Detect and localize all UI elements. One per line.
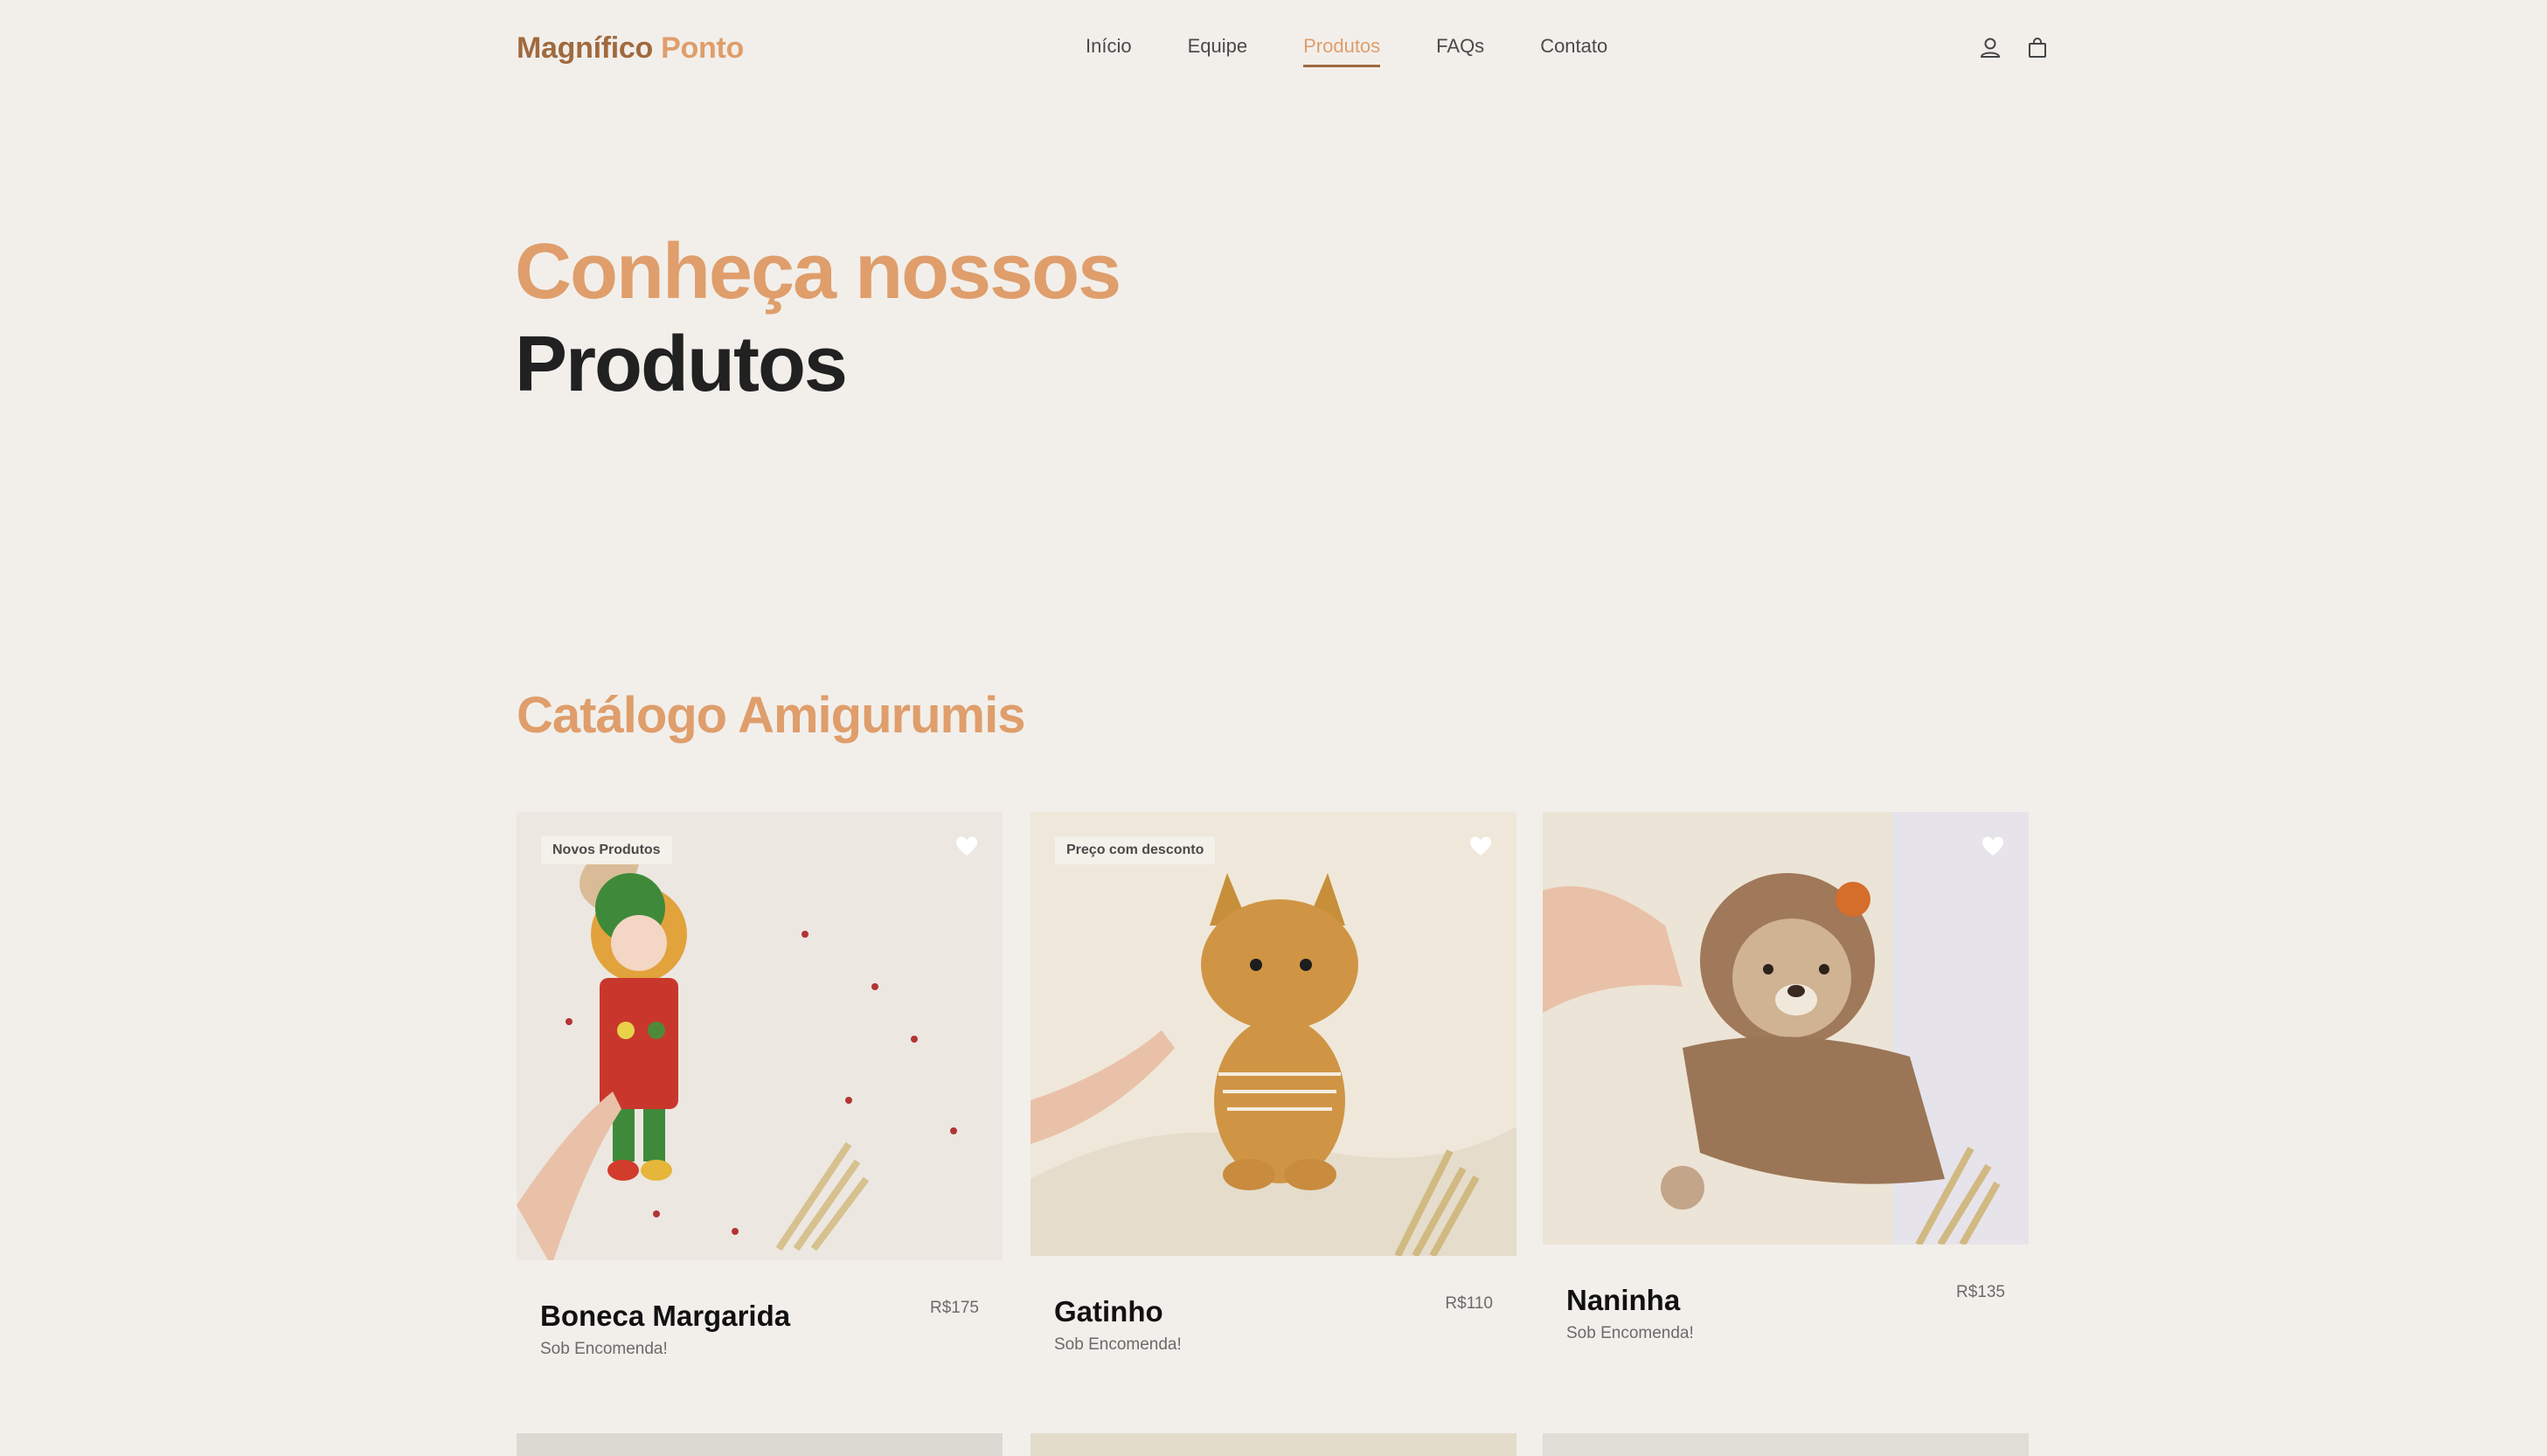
product-card[interactable]: Naninha R$135 Sob Encomenda! — [1543, 812, 2029, 1342]
brand-accent: Ponto — [661, 31, 744, 65]
main-nav: Início Equipe Produtos FAQs Contato — [1086, 35, 1663, 67]
product-card[interactable]: Novos Produtos Boneca Margarida R$175 So… — [517, 812, 1003, 1358]
heart-icon[interactable] — [1469, 836, 1492, 857]
product-card-peek[interactable] — [1031, 1433, 1516, 1456]
nav-contato[interactable]: Contato — [1540, 35, 1607, 67]
nav-inicio[interactable]: Início — [1086, 35, 1132, 67]
product-image-naninha[interactable] — [1543, 812, 2029, 1245]
product-name[interactable]: Boneca Margarida — [540, 1300, 790, 1333]
hero-title-line2: Produtos — [515, 321, 848, 408]
brand-primary: Magnífico — [517, 31, 653, 65]
nav-produtos[interactable]: Produtos — [1303, 35, 1381, 67]
product-status: Sob Encomenda! — [540, 1340, 668, 1358]
header-actions — [1956, 35, 2051, 61]
heart-icon[interactable] — [1981, 836, 2004, 857]
brand-logo[interactable]: Magnífico Ponto — [517, 31, 744, 66]
product-price: R$135 — [1956, 1283, 2005, 1301]
product-card[interactable]: Preço com desconto Gatinho R$110 Sob Enc… — [1031, 812, 1516, 1354]
product-name[interactable]: Gatinho — [1054, 1295, 1163, 1328]
hero-title-line1: Conheça nossos — [515, 228, 1121, 315]
nav-equipe[interactable]: Equipe — [1188, 35, 1248, 67]
shopping-bag-icon[interactable] — [2024, 35, 2051, 61]
product-status: Sob Encomenda! — [1054, 1335, 1182, 1354]
product-price: R$175 — [930, 1299, 979, 1317]
product-price: R$110 — [1445, 1294, 1493, 1313]
product-name[interactable]: Naninha — [1566, 1284, 1680, 1317]
product-card-peek[interactable] — [1543, 1433, 2029, 1456]
user-icon[interactable] — [1977, 35, 2003, 61]
nav-faqs[interactable]: FAQs — [1436, 35, 1484, 67]
product-status: Sob Encomenda! — [1566, 1324, 1694, 1342]
product-image-boneca-margarida[interactable]: Novos Produtos — [517, 812, 1003, 1260]
heart-icon[interactable] — [955, 836, 978, 857]
product-card-peek[interactable] — [517, 1433, 1003, 1456]
product-badge: Novos Produtos — [541, 836, 672, 864]
catalog-title: Catálogo Amigurumis — [517, 687, 1025, 744]
product-badge: Preço com desconto — [1055, 836, 1216, 864]
product-image-gatinho[interactable]: Preço com desconto — [1031, 812, 1516, 1256]
